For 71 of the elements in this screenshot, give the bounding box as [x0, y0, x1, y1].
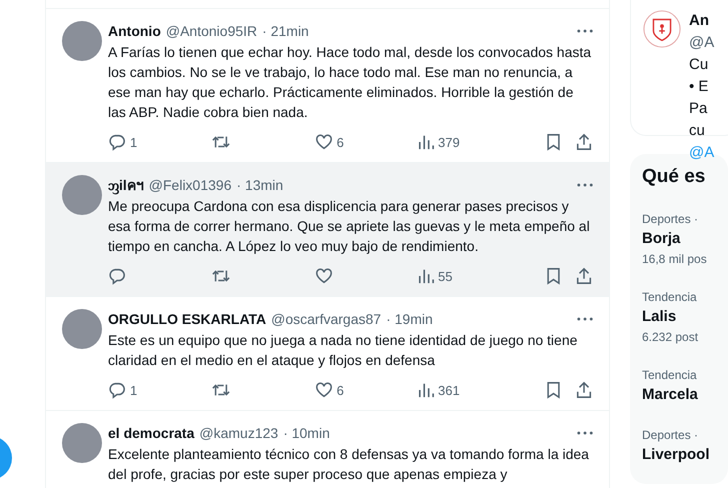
- trend-item[interactable]: Deportes · Borja 16,8 mil pos: [642, 210, 728, 268]
- avatar-photo-placeholder[interactable]: [62, 309, 102, 349]
- user-name[interactable]: el democrata: [108, 423, 194, 443]
- more-icon[interactable]: [577, 29, 593, 33]
- tweet-card[interactable]: [46, 162, 609, 297]
- tweet-text: A Farías lo tienen que echar hoy. Hace todo mal, desde los convocados hasta los cambios. No se le ve trabajo, lo hace todo mal. Ese man no renuncia, a ese man hay que echarlo. Prácticamente eliminados. Horrible la gestión de las ABP. Nadie cobra bien nada.: [108, 43, 592, 122]
- bio-line: • E: [689, 77, 710, 97]
- bookmark-icon[interactable]: [546, 381, 561, 399]
- tweet-card[interactable]: ORGULLO ESKARLATA @oscarfvargas87 · 19min Este es un equipo que no juega a nada no tiene identidad de juego no tiene claridad en el medio en el ataque y flojos en defensa 1 6 361: [46, 296, 609, 411]
- trend-name: Lalis: [642, 307, 678, 327]
- like-icon[interactable]: [314, 267, 333, 285]
- trend-context: Deportes ·: [642, 427, 700, 444]
- user-handle[interactable]: @Felix01396: [148, 175, 232, 195]
- share-icon[interactable]: [575, 381, 593, 399]
- reply-count: 1: [130, 382, 138, 398]
- avatar-photo-placeholder[interactable]: [62, 21, 102, 61]
- trend-context: Tendencia: [642, 367, 698, 384]
- trend-item[interactable]: Tendencia Marcela: [642, 366, 728, 406]
- bookmark-icon[interactable]: [546, 133, 561, 151]
- account-handle[interactable]: @A: [689, 32, 714, 54]
- reply-icon[interactable]: [108, 133, 126, 151]
- shield-logo-icon: [643, 10, 681, 48]
- account-name[interactable]: An: [689, 10, 714, 32]
- trend-item[interactable]: Deportes · Liverpool: [642, 426, 728, 466]
- like-count: 6: [336, 134, 344, 150]
- user-handle[interactable]: @kamuz123: [199, 423, 278, 443]
- like-icon[interactable]: [314, 381, 333, 399]
- reply-icon[interactable]: [108, 381, 126, 399]
- views-icon[interactable]: [418, 268, 434, 284]
- share-icon[interactable]: [575, 267, 593, 285]
- more-icon[interactable]: [577, 183, 593, 187]
- user-name[interactable]: Antonio: [108, 21, 161, 41]
- avatar-photo-placeholder[interactable]: [62, 175, 102, 215]
- trend-name: Borja: [642, 229, 682, 249]
- trend-name: Marcela: [642, 385, 699, 405]
- trend-context: Deportes ·: [642, 211, 700, 228]
- reply-count: 1: [130, 134, 138, 150]
- like-icon[interactable]: [314, 133, 333, 151]
- tweet-card[interactable]: el democrata @kamuz123 · 10min Excelente planteamiento técnico con 8 defensas ya va tomando forma la idea del profe, gracias por este super proceso que apenas empieza y: [46, 410, 609, 488]
- user-name[interactable]: ᦀilคฯ: [108, 175, 144, 195]
- view-count: 361: [438, 382, 460, 398]
- share-icon[interactable]: [575, 133, 593, 151]
- reply-icon[interactable]: [108, 267, 126, 285]
- trend-name: Liverpool: [642, 445, 711, 465]
- post-time: · 19min: [386, 310, 433, 329]
- like-count: 6: [336, 382, 344, 398]
- bio-line: Cu: [689, 55, 710, 75]
- bookmark-icon[interactable]: [546, 267, 561, 285]
- post-time: · 13min: [236, 176, 284, 195]
- post-count: 16,8 mil pos: [642, 251, 708, 268]
- tweet-text: Me preocupa Cardona con esa displicencia para generar pases precisos y esa forma de correr hermano. Que se apriete las guevas y le meta empeño al tiempo en cancha. A López lo veo muy bajo de rendimiento.: [108, 197, 591, 256]
- view-count: 379: [438, 134, 460, 150]
- avatar-photo-placeholder[interactable]: [62, 423, 102, 463]
- post-count: 6.232 post: [642, 329, 700, 346]
- post-time: · 21min: [262, 22, 309, 41]
- more-icon[interactable]: [577, 431, 593, 435]
- view-count: 55: [438, 268, 452, 284]
- views-icon[interactable]: [418, 382, 434, 398]
- user-handle[interactable]: @oscarfvargas87: [271, 309, 382, 329]
- bio-line: cu: [689, 121, 706, 141]
- trend-context: Tendencia: [642, 289, 698, 306]
- user-handle[interactable]: @Antonio95IR: [166, 21, 258, 41]
- user-name[interactable]: ORGULLO ESKARLATA: [108, 309, 266, 329]
- tweet-text: Este es un equipo que no juega a nada no tiene identidad de juego no tiene claridad en el medio en el ataque y flojos en defensa: [108, 331, 578, 370]
- tweet-text: Excelente planteamiento técnico con 8 defensas ya va tomando forma la idea del profe, gracias por este super proceso que apenas empieza y: [108, 445, 590, 484]
- trend-item[interactable]: Tendencia Lalis 6.232 post: [642, 288, 728, 346]
- more-icon[interactable]: [577, 317, 593, 321]
- post-time: · 10min: [283, 424, 330, 443]
- bio-line: Pa: [689, 99, 708, 119]
- trends-title: Qué es: [642, 166, 706, 188]
- views-icon[interactable]: [418, 134, 434, 150]
